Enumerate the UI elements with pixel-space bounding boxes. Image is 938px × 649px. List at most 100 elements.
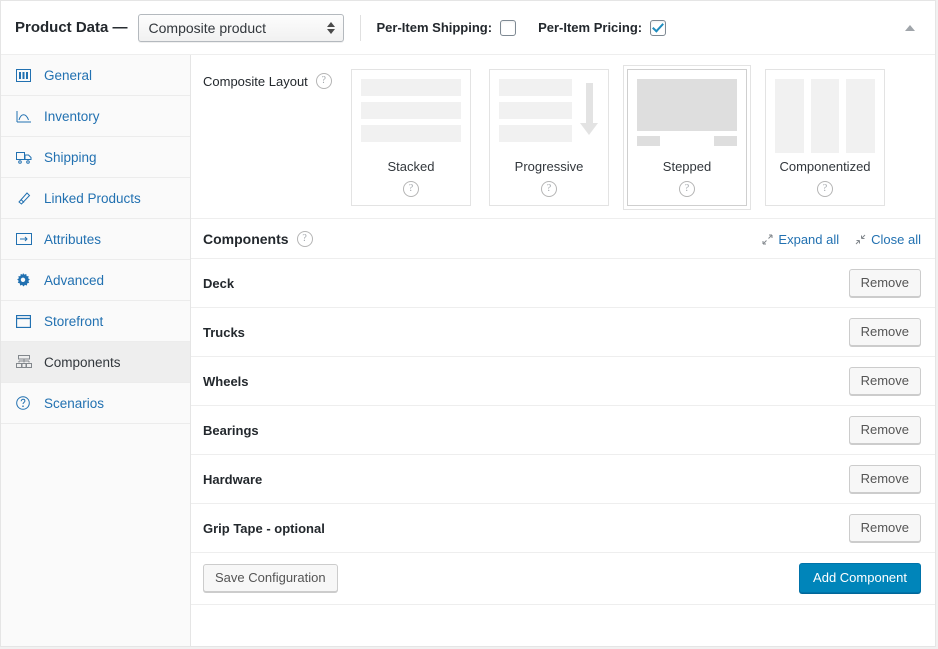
table-row[interactable]: Trucks Remove bbox=[191, 308, 935, 357]
close-all-label: Close all bbox=[871, 232, 921, 247]
sidebar-item-label: Advanced bbox=[44, 273, 104, 288]
header-divider bbox=[360, 15, 361, 41]
sidebar-item-scenarios[interactable]: Scenarios bbox=[1, 383, 190, 424]
layout-option-title: Stacked bbox=[361, 159, 461, 174]
remove-button[interactable]: Remove bbox=[849, 367, 921, 395]
help-icon[interactable]: ? bbox=[316, 73, 332, 89]
layout-option-stacked[interactable]: Stacked ? bbox=[351, 69, 471, 206]
layout-option-title: Componentized bbox=[775, 159, 875, 174]
scenarios-icon bbox=[16, 395, 35, 411]
per-item-pricing-checkbox[interactable] bbox=[650, 20, 666, 36]
thumb-bar bbox=[499, 102, 572, 119]
sidebar-item-advanced[interactable]: Advanced bbox=[1, 260, 190, 301]
remove-button[interactable]: Remove bbox=[849, 318, 921, 346]
sidebar-item-linked-products[interactable]: Linked Products bbox=[1, 178, 190, 219]
table-row[interactable]: Bearings Remove bbox=[191, 406, 935, 455]
components-heading: Components bbox=[203, 231, 289, 247]
per-item-pricing-label: Per-Item Pricing: bbox=[538, 20, 642, 35]
help-icon[interactable]: ? bbox=[297, 231, 313, 247]
layout-option-stepped[interactable]: Stepped ? bbox=[627, 69, 747, 206]
component-title: Grip Tape - optional bbox=[203, 521, 325, 536]
help-icon[interactable]: ? bbox=[541, 181, 557, 197]
expand-all-label: Expand all bbox=[778, 232, 839, 247]
thumb-column bbox=[775, 79, 804, 153]
per-item-pricing-group: Per-Item Pricing: bbox=[538, 20, 666, 36]
per-item-shipping-label: Per-Item Shipping: bbox=[377, 20, 493, 35]
thumb-bar bbox=[499, 79, 572, 96]
thumb-bar bbox=[499, 125, 572, 142]
sidebar-item-inventory[interactable]: Inventory bbox=[1, 96, 190, 137]
arrow-down-icon bbox=[579, 79, 599, 135]
per-item-shipping-group: Per-Item Shipping: bbox=[377, 20, 517, 36]
thumb-bar bbox=[361, 125, 461, 142]
remove-button[interactable]: Remove bbox=[849, 269, 921, 297]
sidebar-item-label: Scenarios bbox=[44, 396, 104, 411]
stepped-thumb bbox=[637, 79, 737, 153]
component-list: Deck Remove Trucks Remove Wheels Remove … bbox=[191, 259, 935, 553]
components-icon bbox=[16, 354, 35, 370]
collapse-icon bbox=[855, 234, 866, 245]
add-component-button[interactable]: Add Component bbox=[799, 563, 921, 593]
table-row[interactable]: Grip Tape - optional Remove bbox=[191, 504, 935, 553]
composite-layout-label-text: Composite Layout bbox=[203, 74, 308, 89]
product-data-panel: Product Data — Composite product Per-Ite… bbox=[0, 0, 936, 647]
gear-icon bbox=[16, 272, 35, 288]
shipping-icon bbox=[16, 149, 35, 165]
per-item-shipping-checkbox[interactable] bbox=[500, 20, 516, 36]
thumb-bar bbox=[361, 79, 461, 96]
page-title: Product Data — bbox=[15, 19, 128, 36]
table-row[interactable]: Deck Remove bbox=[191, 259, 935, 308]
thumb-bar bbox=[361, 102, 461, 119]
stacked-thumb bbox=[361, 79, 461, 153]
sidebar-item-attributes[interactable]: Attributes bbox=[1, 219, 190, 260]
save-configuration-button[interactable]: Save Configuration bbox=[203, 564, 338, 592]
table-row[interactable]: Hardware Remove bbox=[191, 455, 935, 504]
remove-button[interactable]: Remove bbox=[849, 514, 921, 542]
inventory-icon bbox=[16, 108, 35, 124]
thumb-column bbox=[811, 79, 840, 153]
storefront-icon bbox=[16, 313, 35, 329]
thumb-nav-buttons bbox=[637, 136, 737, 146]
sidebar-item-label: General bbox=[44, 68, 92, 83]
attributes-icon bbox=[16, 231, 35, 247]
components-footer: Save Configuration Add Component bbox=[191, 553, 935, 605]
product-type-select[interactable]: Composite product bbox=[138, 14, 344, 42]
select-arrows-icon bbox=[327, 22, 335, 34]
panel-body: General Inventory Shipping Linked Produc… bbox=[1, 55, 935, 646]
component-title: Trucks bbox=[203, 325, 245, 340]
sidebar-item-label: Components bbox=[44, 355, 121, 370]
linked-products-icon bbox=[16, 190, 35, 206]
general-icon bbox=[16, 67, 35, 83]
close-all-link[interactable]: Close all bbox=[855, 232, 921, 247]
help-icon[interactable]: ? bbox=[403, 181, 419, 197]
panel-header: Product Data — Composite product Per-Ite… bbox=[1, 1, 935, 55]
help-icon[interactable]: ? bbox=[679, 181, 695, 197]
layout-option-progressive[interactable]: Progressive ? bbox=[489, 69, 609, 206]
sidebar-item-label: Linked Products bbox=[44, 191, 141, 206]
table-row[interactable]: Wheels Remove bbox=[191, 357, 935, 406]
layout-options: Stacked ? bbox=[351, 69, 885, 206]
remove-button[interactable]: Remove bbox=[849, 416, 921, 444]
sidebar-item-general[interactable]: General bbox=[1, 55, 190, 96]
sidebar-item-shipping[interactable]: Shipping bbox=[1, 137, 190, 178]
help-icon[interactable]: ? bbox=[817, 181, 833, 197]
layout-option-title: Progressive bbox=[499, 159, 599, 174]
layout-option-componentized[interactable]: Componentized ? bbox=[765, 69, 885, 206]
thumb-panel bbox=[637, 79, 737, 131]
triangle-up-icon[interactable] bbox=[897, 15, 923, 41]
sidebar-item-label: Shipping bbox=[44, 150, 97, 165]
components-header: Components ? Expand all Close all bbox=[191, 219, 935, 259]
component-title: Wheels bbox=[203, 374, 249, 389]
thumb-bars bbox=[499, 79, 572, 148]
remove-button[interactable]: Remove bbox=[849, 465, 921, 493]
componentized-thumb bbox=[775, 79, 875, 153]
sidebar-item-components[interactable]: Components bbox=[1, 342, 190, 383]
product-type-value: Composite product bbox=[149, 20, 267, 36]
layout-option-title: Stepped bbox=[637, 159, 737, 174]
expand-all-link[interactable]: Expand all bbox=[762, 232, 839, 247]
component-title: Bearings bbox=[203, 423, 259, 438]
component-title: Hardware bbox=[203, 472, 262, 487]
sidebar-item-storefront[interactable]: Storefront bbox=[1, 301, 190, 342]
components-panel: Composite Layout ? Stacked ? bbox=[191, 55, 935, 646]
sidebar-item-label: Storefront bbox=[44, 314, 103, 329]
